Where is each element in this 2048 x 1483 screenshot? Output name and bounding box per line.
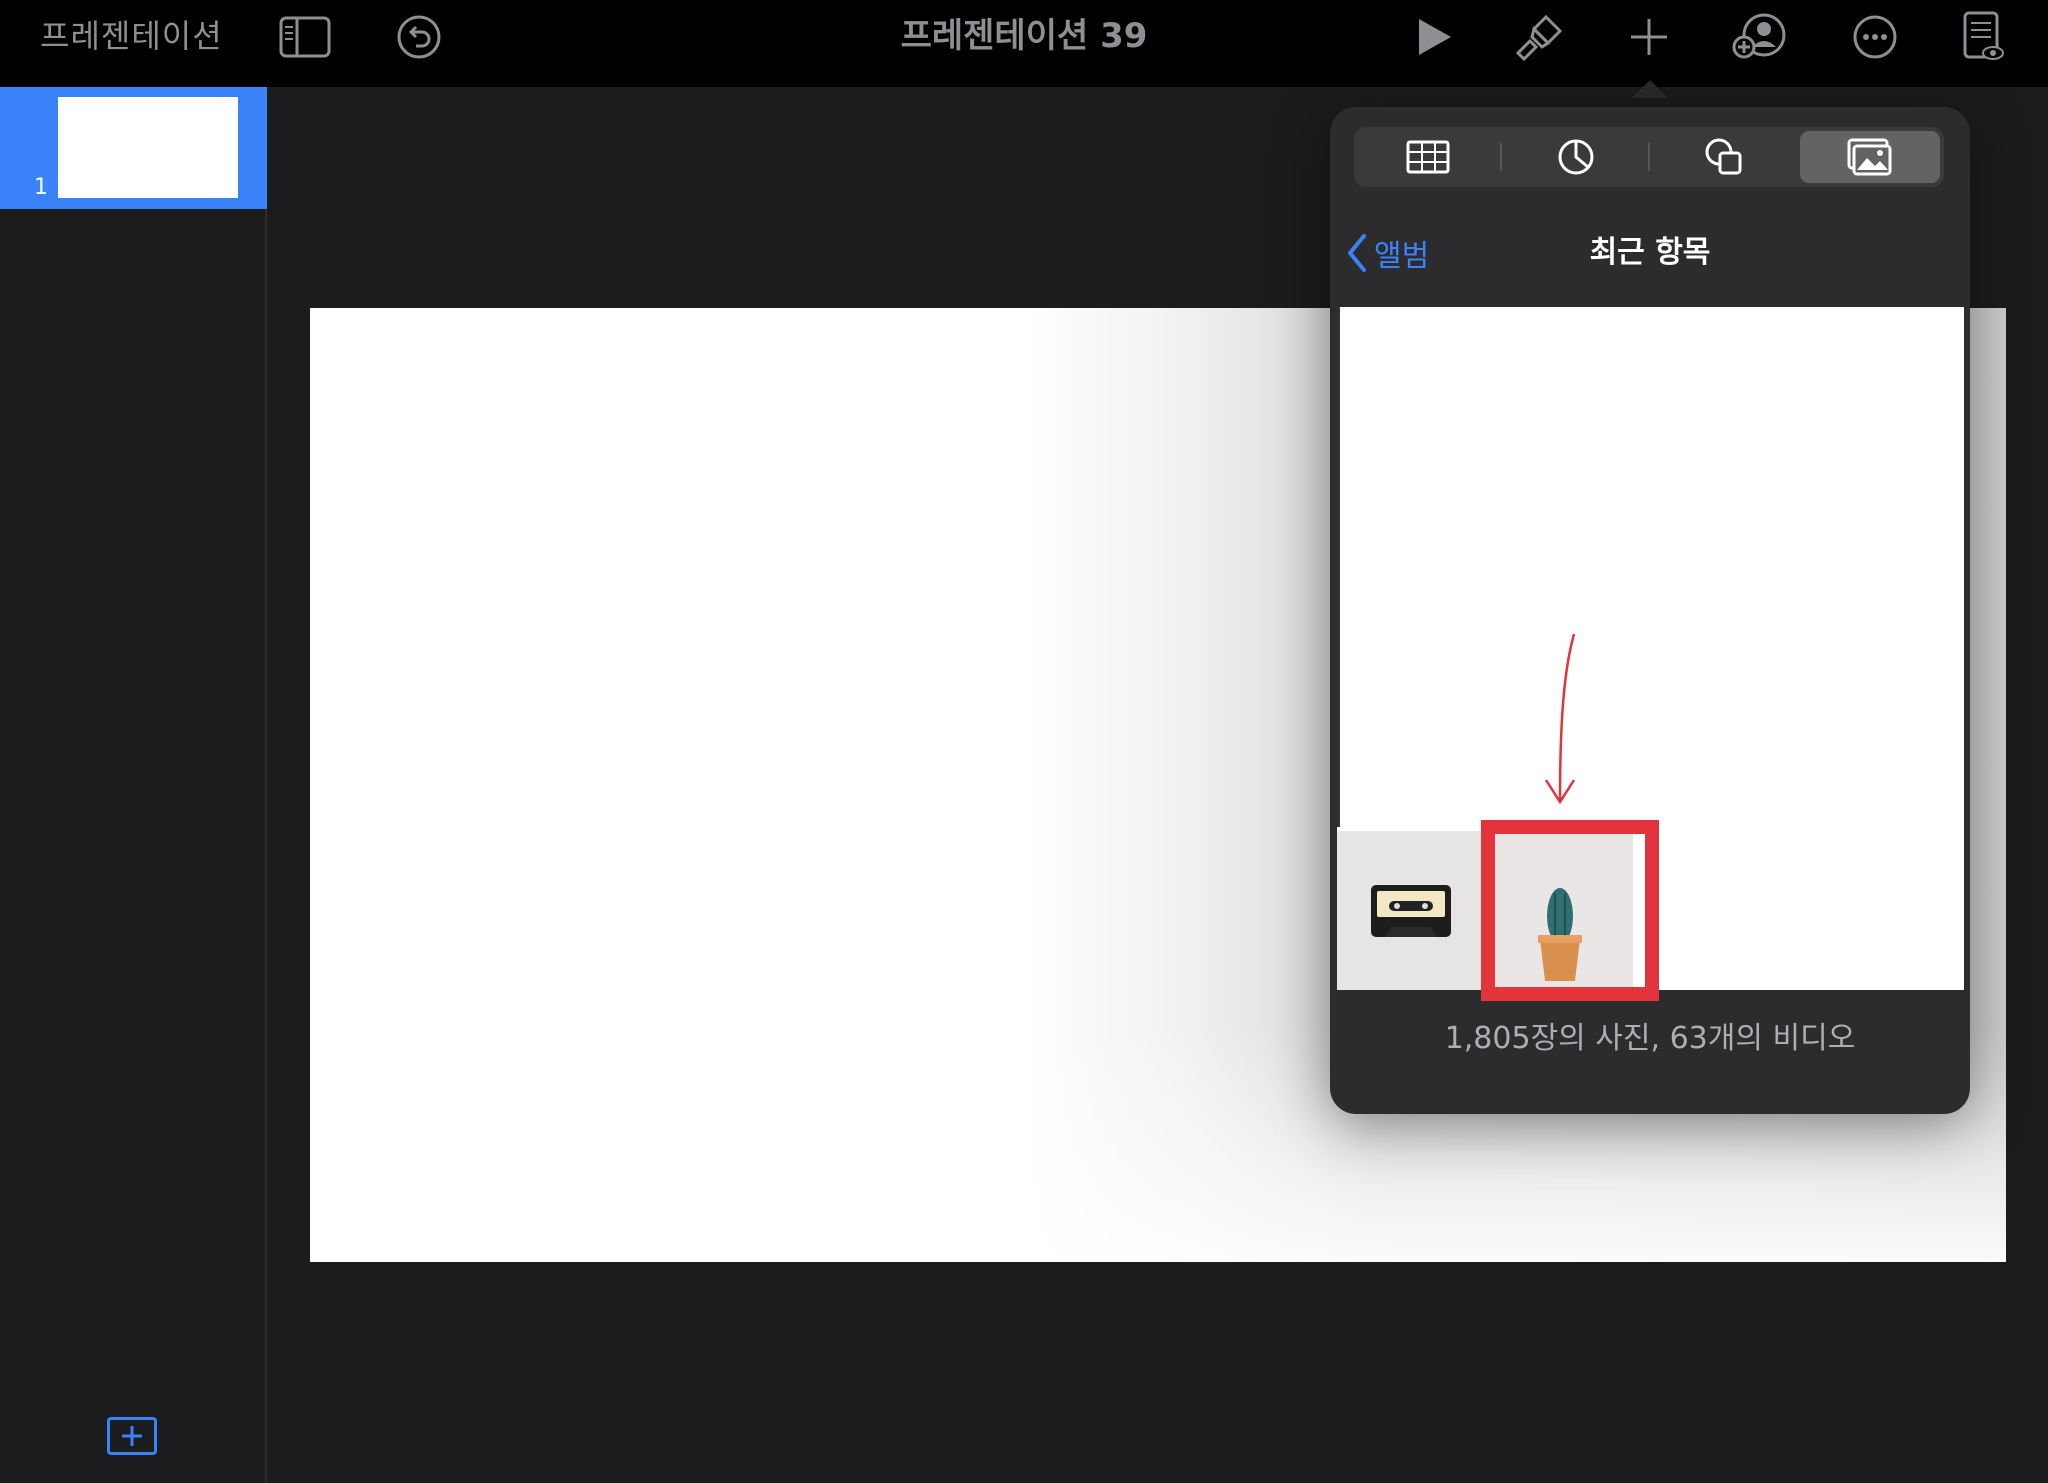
format-brush-icon[interactable]: [1510, 10, 1570, 64]
documents-back-button[interactable]: 프레젠테이션: [40, 16, 223, 56]
sidebar-toggle-icon[interactable]: [275, 10, 335, 64]
slide-navigator: 1: [0, 87, 267, 1483]
table-tab[interactable]: [1358, 131, 1498, 183]
plus-icon[interactable]: [1619, 10, 1679, 64]
more-icon[interactable]: [1845, 10, 1905, 64]
table-icon: [1406, 140, 1450, 174]
collaborate-icon[interactable]: [1730, 10, 1790, 64]
photo-thumbnail-blank[interactable]: [1337, 307, 1964, 827]
media-icon: [1847, 138, 1892, 176]
shapes-tab[interactable]: [1654, 131, 1794, 183]
add-slide-button[interactable]: [107, 1417, 157, 1455]
cassette-photo: [1371, 885, 1451, 937]
presenter-notes-icon[interactable]: [1953, 10, 2013, 64]
undo-icon[interactable]: [389, 10, 449, 64]
slide-thumbnail-preview[interactable]: [58, 97, 238, 198]
chart-icon: [1558, 139, 1594, 175]
shapes-icon: [1705, 138, 1742, 175]
chart-tab[interactable]: [1506, 131, 1646, 183]
media-tab[interactable]: [1800, 131, 1940, 183]
insert-category-segmented-control: [1354, 127, 1944, 187]
document-title: 프레젠테이션 39: [900, 16, 1148, 56]
photo-thumbnail-cassette[interactable]: [1337, 831, 1483, 990]
popover-caret: [1632, 80, 1668, 98]
annotation-highlight-box: [1481, 820, 1659, 1001]
toolbar: 프레젠테이션 프레젠테이션 39: [0, 0, 2048, 87]
plus-icon: [122, 1426, 142, 1446]
play-icon[interactable]: [1405, 10, 1465, 64]
library-count-label: 1,805장의 사진, 63개의 비디오: [1444, 1021, 1856, 1056]
slide-thumbnail-selected[interactable]: 1: [0, 87, 267, 209]
annotation-arrow-icon: [1544, 633, 1576, 805]
slide-number: 1: [34, 175, 48, 200]
segment-divider: [1648, 143, 1650, 171]
album-title: 최근 항목: [1589, 235, 1711, 270]
segment-divider: [1500, 143, 1502, 171]
